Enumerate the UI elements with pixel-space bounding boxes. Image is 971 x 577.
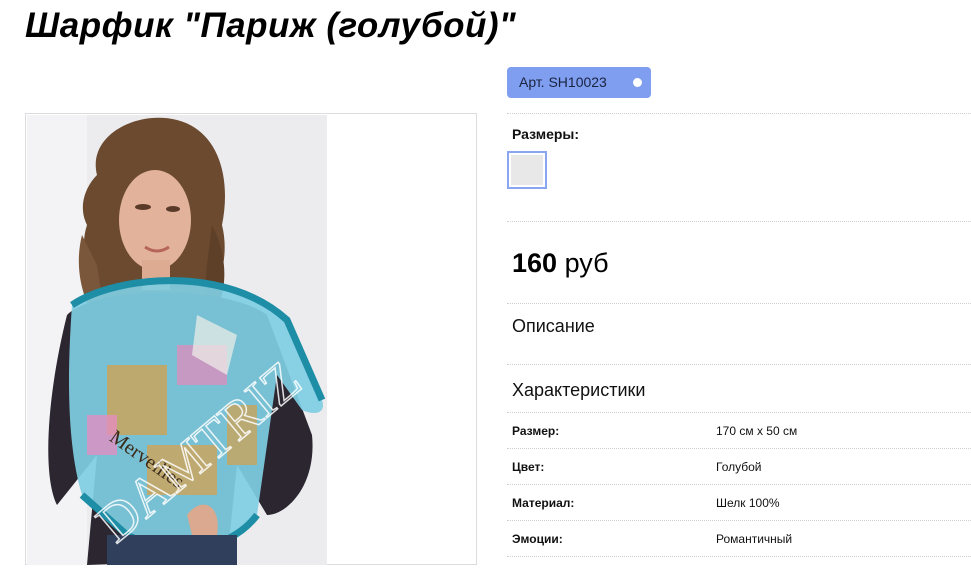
spec-key: Эмоции: (512, 532, 563, 546)
sku-dot-icon (633, 78, 642, 87)
sku-badge: Арт. SH10023 (507, 67, 651, 98)
sku-label: Арт. SH10023 (519, 74, 607, 90)
size-option[interactable] (507, 151, 547, 189)
spec-row-size: Размер: 170 см х 50 см (507, 413, 971, 449)
size-option-swatch (511, 155, 543, 185)
spec-value: Голубой (716, 460, 762, 474)
spec-value: 170 см х 50 см (716, 424, 798, 438)
sizes-label: Размеры: (512, 126, 580, 142)
spec-row-emotions: Эмоции: Романтичный (507, 521, 971, 557)
product-image-frame[interactable]: Merveilles DAMTRIZ (25, 113, 477, 565)
spec-value: Шелк 100% (716, 496, 780, 510)
divider (507, 303, 971, 304)
spec-row-color: Цвет: Голубой (507, 449, 971, 485)
description-heading[interactable]: Описание (512, 316, 595, 337)
spec-key: Размер: (512, 424, 560, 438)
spec-value: Романтичный (716, 532, 793, 546)
divider (507, 113, 971, 114)
model-wearing-scarf-image: Merveilles DAMTRIZ (27, 115, 327, 565)
divider (507, 221, 971, 222)
product-page: Шарфик "Париж (голубой)" Merveilles DAMT… (0, 0, 971, 577)
characteristics-heading[interactable]: Характеристики (512, 380, 645, 401)
product-photo[interactable]: Merveilles DAMTRIZ (27, 115, 327, 565)
spec-row-material: Материал: Шелк 100% (507, 485, 971, 521)
divider (507, 364, 971, 365)
spec-key: Материал: (512, 496, 575, 510)
divider (507, 556, 971, 557)
price-currency: руб (564, 248, 609, 278)
price-value: 160 (512, 248, 558, 278)
spec-key: Цвет: (512, 460, 545, 474)
page-title: Шарфик "Париж (голубой)" (25, 6, 517, 45)
price: 160 руб (512, 248, 609, 279)
